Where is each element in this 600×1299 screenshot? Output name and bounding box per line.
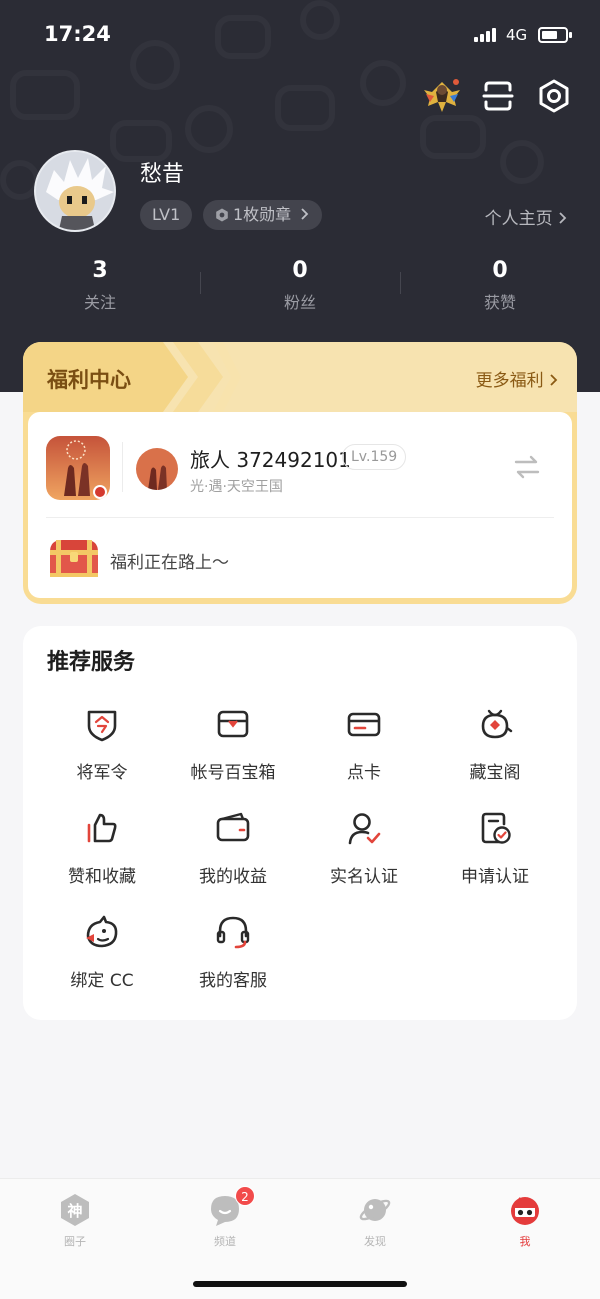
service-label: 点卡 [347,763,381,783]
home-indicator [193,1281,407,1287]
thumbs-up-icon [87,813,117,843]
avatar[interactable] [34,150,116,232]
game-account-card[interactable]: 旅人 372492101 Lv.159 光·遇·天空王国 福利正在路上～ [28,412,572,598]
scan-icon[interactable] [474,72,522,120]
swap-icon[interactable] [512,454,542,480]
service-label: 实名认证 [330,867,398,887]
headset-icon [216,916,250,949]
svg-text:神: 神 [67,1202,82,1220]
service-customer-support[interactable]: 我的客服 [168,914,298,1004]
medal-icon [216,208,228,222]
sky-character-icon[interactable] [418,72,466,120]
services-title: 推荐服务 [47,650,136,675]
more-welfare-label: 更多福利 [475,371,544,391]
username: 愁昔 [140,162,185,187]
game-server: 光·遇·天空王国 [190,479,283,495]
stat-following[interactable]: 3 关注 [0,258,200,313]
treasure-pavilion-icon [481,709,513,739]
divider [122,442,123,492]
stat-value: 0 [492,258,508,283]
game-app-icon [46,436,110,500]
chevron-right-icon [550,374,558,386]
service-real-name-verify[interactable]: 实名认证 [299,810,429,900]
stat-value: 0 [292,258,308,283]
tab-discover[interactable]: 发现 [335,1193,415,1249]
card-icon [347,712,381,737]
service-general-token[interactable]: 将军令 [37,706,167,796]
divider [46,517,554,518]
me-ninja-icon [511,1197,539,1225]
service-label: 藏宝阁 [469,763,521,783]
service-label: 我的收益 [199,867,267,887]
service-label: 赞和收藏 [68,867,136,887]
signal-icon [474,28,500,42]
welfare-center-card: 福利中心 更多福利 旅人 372492101 Lv.159 光·遇·天空王国 福… [23,342,577,604]
planet-discover-icon [359,1199,391,1221]
medal-badge[interactable]: 1枚勋章 [203,200,323,230]
network-type: 4G [506,26,528,44]
stat-label: 获赞 [483,293,516,312]
status-time: 17:24 [44,22,111,46]
chevron-right-icon [559,212,567,224]
shield-token-icon [87,710,117,742]
stat-value: 3 [92,258,108,283]
tab-channel[interactable]: 频道 2 [185,1186,265,1249]
welfare-title: 福利中心 [47,368,131,392]
service-label: 将军令 [76,763,128,783]
unread-badge: 2 [235,1186,255,1206]
status-bar: 17:24 4G [0,22,600,52]
certify-document-icon [481,812,511,844]
medal-count: 1枚勋章 [233,205,292,224]
game-avatar [136,448,178,490]
circle-god-icon: 神 [61,1194,89,1226]
tab-label: 圈子 [64,1235,86,1248]
treasure-box-icon [217,710,249,738]
tab-label: 我 [519,1235,531,1248]
homepage-link-label: 个人主页 [484,209,553,229]
service-bind-cc[interactable]: 绑定 CC [37,914,167,1004]
verified-user-icon [348,813,381,845]
tab-me[interactable]: 我 [485,1193,565,1249]
service-label: 我的客服 [199,971,267,991]
stat-label: 粉丝 [283,293,316,312]
wallet-icon [216,812,250,842]
welfare-header: 福利中心 更多福利 [23,342,577,412]
cc-bird-icon [86,915,118,948]
service-treasure-pavilion[interactable]: 藏宝阁 [430,706,560,796]
service-likes-favorites[interactable]: 赞和收藏 [37,810,167,900]
settings-icon[interactable] [530,72,578,120]
battery-icon [538,27,572,43]
tab-label: 发现 [364,1235,386,1248]
service-earnings[interactable]: 我的收益 [168,810,298,900]
service-apply-certification[interactable]: 申请认证 [430,810,560,900]
service-point-card[interactable]: 点卡 [299,706,429,796]
service-account-box[interactable]: 帐号百宝箱 [168,706,298,796]
recommended-services: 推荐服务 将军令 帐号百宝箱 点卡 藏宝阁 赞和收藏 我的收益 实名认证 申请认… [23,626,577,1020]
stat-label: 关注 [83,293,116,312]
chevron-right-icon [301,208,309,220]
more-welfare-link[interactable]: 更多福利 [476,366,559,391]
tab-label: 频道 [214,1235,236,1248]
service-label: 帐号百宝箱 [190,763,276,783]
treasure-chest-icon [50,540,98,577]
homepage-link[interactable]: 个人主页 [485,204,568,229]
game-account-name: 旅人 372492101 [190,448,351,472]
service-label: 申请认证 [461,867,529,887]
welfare-status-text: 福利正在路上～ [110,553,229,573]
tab-circle[interactable]: 神 圈子 [35,1193,115,1249]
stats-row: 3 关注 0 粉丝 0 获赞 [0,258,600,318]
stat-followers[interactable]: 0 粉丝 [200,258,400,313]
game-level-badge: Lv.159 [342,444,407,470]
level-badge: LV1 [140,200,193,230]
stat-likes[interactable]: 0 获赞 [400,258,600,313]
service-label: 绑定 CC [70,971,134,991]
